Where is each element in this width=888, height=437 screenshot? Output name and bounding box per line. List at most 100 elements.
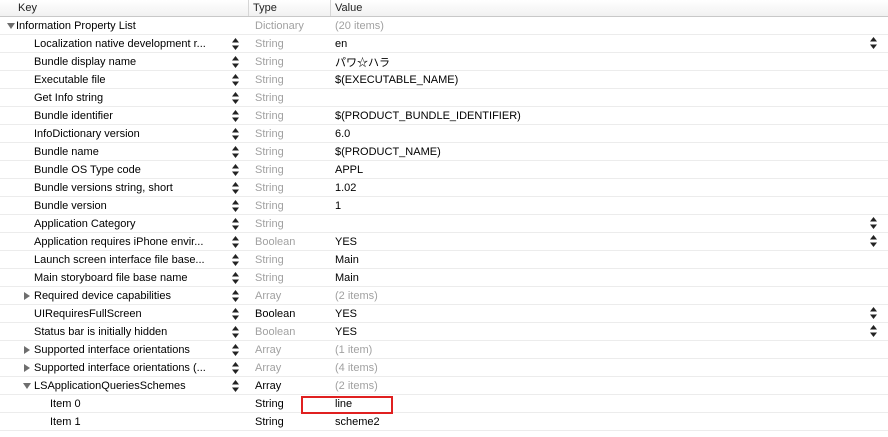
key-stepper-icon[interactable] bbox=[231, 91, 239, 105]
value-cell: (4 items) bbox=[335, 361, 378, 374]
type-cell: String bbox=[255, 163, 284, 176]
key-stepper-icon[interactable] bbox=[231, 253, 239, 267]
plist-row-bundle-display-name[interactable]: Bundle display name String パワ☆ハラ bbox=[0, 53, 888, 71]
value-dropdown-stepper-icon[interactable] bbox=[870, 325, 878, 339]
key-cell: Localization native development r... bbox=[0, 35, 249, 52]
key-label: Application Category bbox=[34, 217, 136, 230]
value-cell[interactable]: $(EXECUTABLE_NAME) bbox=[331, 71, 888, 88]
plist-row-uirequiresfullscreen[interactable]: UIRequiresFullScreen Boolean YES bbox=[0, 305, 888, 323]
type-cell: Boolean bbox=[255, 307, 296, 320]
disclosure-collapsed-icon[interactable] bbox=[22, 345, 32, 355]
disclosure-collapsed-icon[interactable] bbox=[22, 291, 32, 301]
key-column-header[interactable]: Key bbox=[0, 0, 249, 16]
value-cell[interactable]: line bbox=[331, 395, 888, 412]
type-cell: Dictionary bbox=[255, 19, 304, 32]
plist-row-item-1[interactable]: Item 1 String scheme2 bbox=[0, 413, 888, 431]
key-stepper-icon[interactable] bbox=[231, 235, 239, 249]
type-cell: Boolean bbox=[255, 235, 296, 248]
key-stepper-icon[interactable] bbox=[231, 289, 239, 303]
value-dropdown-stepper-icon[interactable] bbox=[870, 235, 878, 249]
type-cell: String bbox=[255, 181, 284, 194]
value-cell[interactable]: APPL bbox=[331, 161, 888, 178]
plist-row-required-device-capabilities[interactable]: Required device capabilities Array (2 it… bbox=[0, 287, 888, 305]
plist-row-information-property-list[interactable]: Information Property List Dictionary (20… bbox=[0, 17, 888, 35]
value-cell[interactable]: $(PRODUCT_NAME) bbox=[331, 143, 888, 160]
key-label: Item 1 bbox=[50, 415, 81, 428]
plist-row-get-info-string[interactable]: Get Info string String bbox=[0, 89, 888, 107]
plist-row-application-category[interactable]: Application Category String bbox=[0, 215, 888, 233]
key-stepper-icon[interactable] bbox=[231, 127, 239, 141]
value-cell[interactable]: en bbox=[331, 35, 888, 52]
value-dropdown-stepper-icon[interactable] bbox=[870, 307, 878, 321]
property-list-editor: Key Type Value Information Property List… bbox=[0, 0, 888, 437]
value-cell[interactable]: 1 bbox=[331, 197, 888, 214]
plist-row-launch-screen[interactable]: Launch screen interface file base... Str… bbox=[0, 251, 888, 269]
key-stepper-icon[interactable] bbox=[231, 163, 239, 177]
type-cell: String bbox=[255, 55, 284, 68]
plist-row-main-storyboard[interactable]: Main storyboard file base name String Ma… bbox=[0, 269, 888, 287]
plist-row-bundle-version[interactable]: Bundle version String 1 bbox=[0, 197, 888, 215]
type-cell: String bbox=[255, 397, 284, 410]
key-label: Bundle identifier bbox=[34, 109, 113, 122]
key-stepper-icon[interactable] bbox=[231, 55, 239, 69]
key-stepper-icon[interactable] bbox=[231, 307, 239, 321]
value-cell[interactable] bbox=[331, 215, 888, 232]
value-cell[interactable]: YES bbox=[331, 323, 888, 340]
value-cell[interactable]: YES bbox=[331, 305, 888, 322]
value-cell[interactable]: Main bbox=[331, 251, 888, 268]
value-text: $(PRODUCT_BUNDLE_IDENTIFIER) bbox=[335, 109, 521, 122]
plist-row-lsapplicationqueriesschemes[interactable]: LSApplicationQueriesSchemes Array (2 ite… bbox=[0, 377, 888, 395]
key-cell: Supported interface orientations (... bbox=[0, 359, 249, 376]
plist-row-supported-interface-orientations-ipad[interactable]: Supported interface orientations (... Ar… bbox=[0, 359, 888, 377]
disclosure-collapsed-icon[interactable] bbox=[22, 363, 32, 373]
key-label: Item 0 bbox=[50, 397, 81, 410]
plist-row-application-requires-iphone[interactable]: Application requires iPhone envir... Boo… bbox=[0, 233, 888, 251]
value-text: $(PRODUCT_NAME) bbox=[335, 145, 441, 158]
value-dropdown-stepper-icon[interactable] bbox=[870, 37, 878, 51]
plist-row-bundle-name[interactable]: Bundle name String $(PRODUCT_NAME) bbox=[0, 143, 888, 161]
plist-row-supported-interface-orientations[interactable]: Supported interface orientations Array (… bbox=[0, 341, 888, 359]
value-cell[interactable]: $(PRODUCT_BUNDLE_IDENTIFIER) bbox=[331, 107, 888, 124]
plist-row-bundle-versions-string-short[interactable]: Bundle versions string, short String 1.0… bbox=[0, 179, 888, 197]
key-cell: Required device capabilities bbox=[0, 287, 249, 304]
type-cell: Array bbox=[255, 289, 282, 302]
key-stepper-icon[interactable] bbox=[231, 361, 239, 375]
key-cell: Launch screen interface file base... bbox=[0, 251, 249, 268]
plist-row-infodictionary-version[interactable]: InfoDictionary version String 6.0 bbox=[0, 125, 888, 143]
key-stepper-icon[interactable] bbox=[231, 73, 239, 87]
value-column-header[interactable]: Value bbox=[331, 0, 888, 16]
disclosure-expanded-icon[interactable] bbox=[6, 21, 16, 31]
key-stepper-icon[interactable] bbox=[231, 199, 239, 213]
plist-rows: Information Property List Dictionary (20… bbox=[0, 17, 888, 431]
value-cell[interactable]: Main bbox=[331, 269, 888, 286]
key-stepper-icon[interactable] bbox=[231, 379, 239, 393]
value-cell[interactable]: パワ☆ハラ bbox=[331, 53, 888, 70]
plist-row-status-bar-hidden[interactable]: Status bar is initially hidden Boolean Y… bbox=[0, 323, 888, 341]
plist-row-item-0[interactable]: Item 0 String line bbox=[0, 395, 888, 413]
plist-row-localization[interactable]: Localization native development r... Str… bbox=[0, 35, 888, 53]
plist-row-executable-file[interactable]: Executable file String $(EXECUTABLE_NAME… bbox=[0, 71, 888, 89]
value-text: $(EXECUTABLE_NAME) bbox=[335, 73, 459, 86]
key-stepper-icon[interactable] bbox=[231, 181, 239, 195]
value-cell[interactable] bbox=[331, 89, 888, 106]
type-column-header[interactable]: Type bbox=[249, 0, 331, 16]
key-cell: Information Property List bbox=[0, 17, 249, 34]
plist-row-bundle-identifier[interactable]: Bundle identifier String $(PRODUCT_BUNDL… bbox=[0, 107, 888, 125]
key-stepper-icon[interactable] bbox=[231, 37, 239, 51]
value-cell[interactable]: 6.0 bbox=[331, 125, 888, 142]
key-stepper-icon[interactable] bbox=[231, 271, 239, 285]
value-cell[interactable]: 1.02 bbox=[331, 179, 888, 196]
disclosure-expanded-icon[interactable] bbox=[22, 381, 32, 391]
key-stepper-icon[interactable] bbox=[231, 109, 239, 123]
key-cell: Main storyboard file base name bbox=[0, 269, 249, 286]
key-stepper-icon[interactable] bbox=[231, 217, 239, 231]
key-stepper-icon[interactable] bbox=[231, 343, 239, 357]
value-cell[interactable]: YES bbox=[331, 233, 888, 250]
value-cell[interactable]: scheme2 bbox=[331, 413, 888, 430]
key-stepper-icon[interactable] bbox=[231, 145, 239, 159]
value-text: パワ☆ハラ bbox=[335, 56, 390, 69]
value-dropdown-stepper-icon[interactable] bbox=[870, 217, 878, 231]
key-label: Supported interface orientations (... bbox=[34, 361, 206, 374]
key-stepper-icon[interactable] bbox=[231, 325, 239, 339]
plist-row-bundle-os-type-code[interactable]: Bundle OS Type code String APPL bbox=[0, 161, 888, 179]
